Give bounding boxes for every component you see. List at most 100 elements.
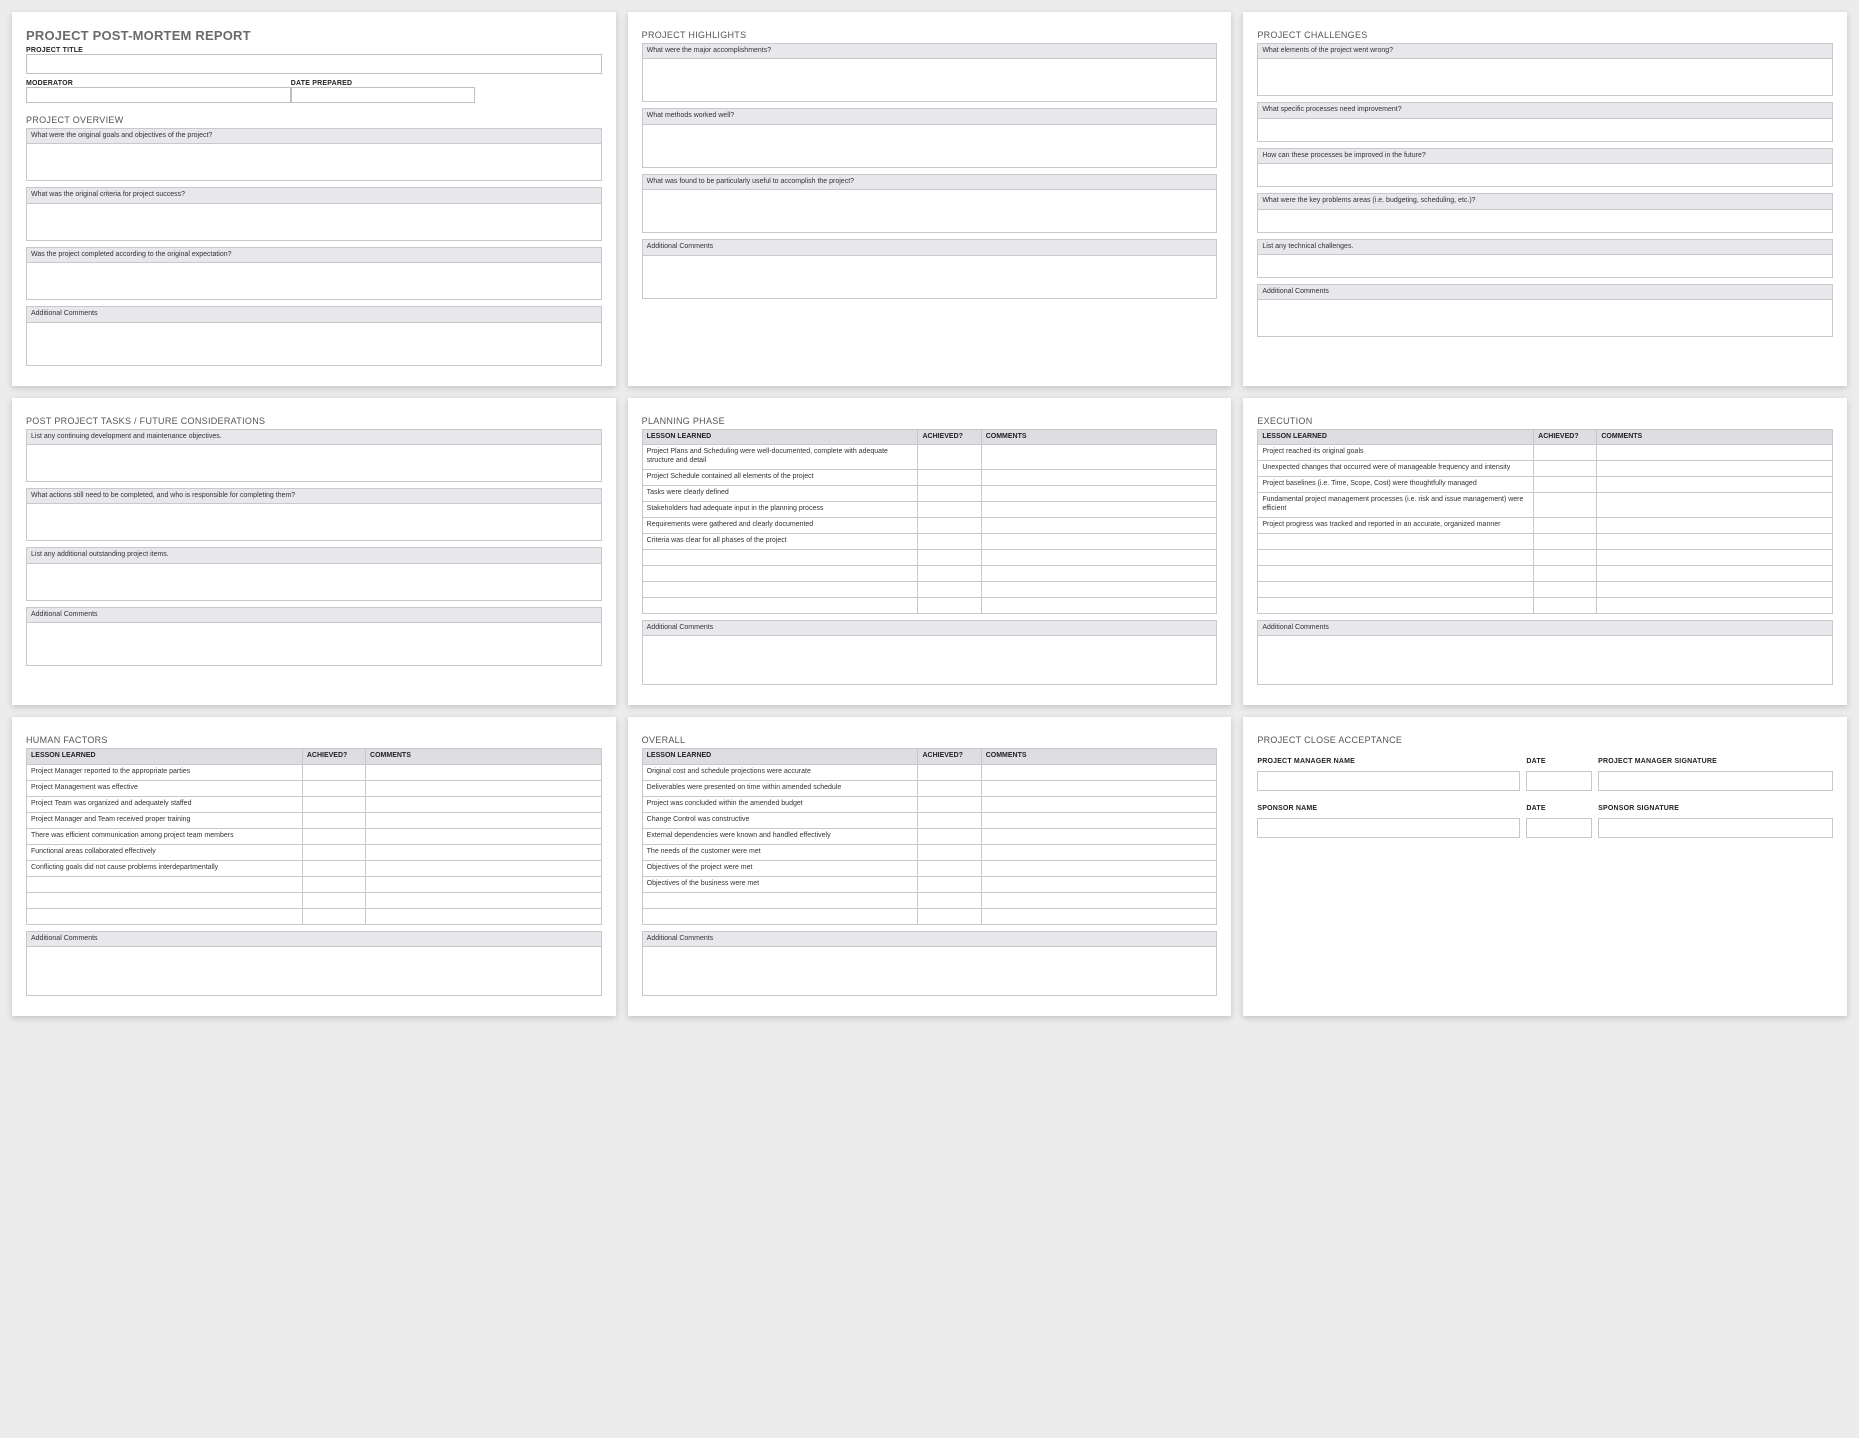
a-accomplishments[interactable] — [642, 58, 1218, 102]
comments-cell[interactable] — [366, 828, 602, 844]
comments-cell[interactable] — [366, 780, 602, 796]
achieved-cell[interactable] — [302, 812, 365, 828]
planning-addl[interactable] — [642, 635, 1218, 685]
comments-cell[interactable] — [1597, 493, 1833, 518]
sponsor-name-input[interactable] — [1257, 818, 1520, 838]
achieved-cell[interactable] — [918, 581, 981, 597]
achieved-cell[interactable] — [1534, 533, 1597, 549]
a-wrong[interactable] — [1257, 58, 1833, 96]
achieved-cell[interactable] — [918, 828, 981, 844]
comments-cell[interactable] — [981, 445, 1217, 470]
comments-cell[interactable] — [981, 908, 1217, 924]
a-actions[interactable] — [26, 503, 602, 541]
comments-cell[interactable] — [1597, 517, 1833, 533]
comments-cell[interactable] — [366, 844, 602, 860]
comments-cell[interactable] — [981, 533, 1217, 549]
comments-cell[interactable] — [981, 844, 1217, 860]
achieved-cell[interactable] — [1534, 477, 1597, 493]
challenges-addl[interactable] — [1257, 299, 1833, 337]
date-prepared-input[interactable] — [291, 87, 475, 103]
comments-cell[interactable] — [981, 764, 1217, 780]
comments-cell[interactable] — [981, 517, 1217, 533]
comments-cell[interactable] — [1597, 477, 1833, 493]
comments-cell[interactable] — [981, 581, 1217, 597]
achieved-cell[interactable] — [918, 860, 981, 876]
a-methods[interactable] — [642, 124, 1218, 168]
comments-cell[interactable] — [981, 469, 1217, 485]
achieved-cell[interactable] — [1534, 493, 1597, 518]
comments-cell[interactable] — [981, 501, 1217, 517]
sponsor-sig-input[interactable] — [1598, 818, 1833, 838]
a-criteria[interactable] — [26, 203, 602, 241]
a-useful[interactable] — [642, 189, 1218, 233]
achieved-cell[interactable] — [918, 533, 981, 549]
a-outstanding[interactable] — [26, 563, 602, 601]
a-improve[interactable] — [1257, 163, 1833, 187]
achieved-cell[interactable] — [1534, 549, 1597, 565]
achieved-cell[interactable] — [1534, 565, 1597, 581]
execution-addl[interactable] — [1257, 635, 1833, 685]
achieved-cell[interactable] — [302, 876, 365, 892]
comments-cell[interactable] — [981, 796, 1217, 812]
achieved-cell[interactable] — [918, 517, 981, 533]
comments-cell[interactable] — [1597, 565, 1833, 581]
achieved-cell[interactable] — [918, 501, 981, 517]
achieved-cell[interactable] — [918, 549, 981, 565]
comments-cell[interactable] — [981, 828, 1217, 844]
a-technical[interactable] — [1257, 254, 1833, 278]
achieved-cell[interactable] — [302, 780, 365, 796]
comments-cell[interactable] — [981, 565, 1217, 581]
achieved-cell[interactable] — [918, 876, 981, 892]
comments-cell[interactable] — [366, 892, 602, 908]
a-continuing[interactable] — [26, 444, 602, 482]
highlights-addl[interactable] — [642, 255, 1218, 299]
sponsor-date-input[interactable] — [1526, 818, 1592, 838]
achieved-cell[interactable] — [918, 844, 981, 860]
achieved-cell[interactable] — [918, 812, 981, 828]
achieved-cell[interactable] — [918, 485, 981, 501]
comments-cell[interactable] — [981, 549, 1217, 565]
comments-cell[interactable] — [981, 597, 1217, 613]
overall-addl[interactable] — [642, 946, 1218, 996]
achieved-cell[interactable] — [302, 908, 365, 924]
achieved-cell[interactable] — [918, 908, 981, 924]
achieved-cell[interactable] — [918, 764, 981, 780]
achieved-cell[interactable] — [1534, 597, 1597, 613]
comments-cell[interactable] — [1597, 597, 1833, 613]
comments-cell[interactable] — [981, 860, 1217, 876]
achieved-cell[interactable] — [302, 892, 365, 908]
achieved-cell[interactable] — [918, 892, 981, 908]
pm-sig-input[interactable] — [1598, 771, 1833, 791]
a-processes[interactable] — [1257, 118, 1833, 142]
comments-cell[interactable] — [981, 780, 1217, 796]
achieved-cell[interactable] — [1534, 461, 1597, 477]
achieved-cell[interactable] — [302, 796, 365, 812]
postproject-addl[interactable] — [26, 622, 602, 666]
achieved-cell[interactable] — [1534, 517, 1597, 533]
pm-name-input[interactable] — [1257, 771, 1520, 791]
a-completed[interactable] — [26, 262, 602, 300]
achieved-cell[interactable] — [1534, 581, 1597, 597]
overview-addl[interactable] — [26, 322, 602, 366]
pm-date-input[interactable] — [1526, 771, 1592, 791]
achieved-cell[interactable] — [918, 469, 981, 485]
achieved-cell[interactable] — [302, 860, 365, 876]
comments-cell[interactable] — [366, 764, 602, 780]
comments-cell[interactable] — [366, 876, 602, 892]
achieved-cell[interactable] — [302, 764, 365, 780]
achieved-cell[interactable] — [302, 844, 365, 860]
comments-cell[interactable] — [1597, 445, 1833, 461]
achieved-cell[interactable] — [918, 445, 981, 470]
project-title-input[interactable] — [26, 54, 602, 74]
moderator-input[interactable] — [26, 87, 291, 103]
achieved-cell[interactable] — [918, 796, 981, 812]
comments-cell[interactable] — [1597, 549, 1833, 565]
comments-cell[interactable] — [366, 796, 602, 812]
a-problem-areas[interactable] — [1257, 209, 1833, 233]
comments-cell[interactable] — [366, 860, 602, 876]
achieved-cell[interactable] — [918, 780, 981, 796]
comments-cell[interactable] — [1597, 581, 1833, 597]
comments-cell[interactable] — [981, 892, 1217, 908]
comments-cell[interactable] — [366, 812, 602, 828]
achieved-cell[interactable] — [918, 565, 981, 581]
